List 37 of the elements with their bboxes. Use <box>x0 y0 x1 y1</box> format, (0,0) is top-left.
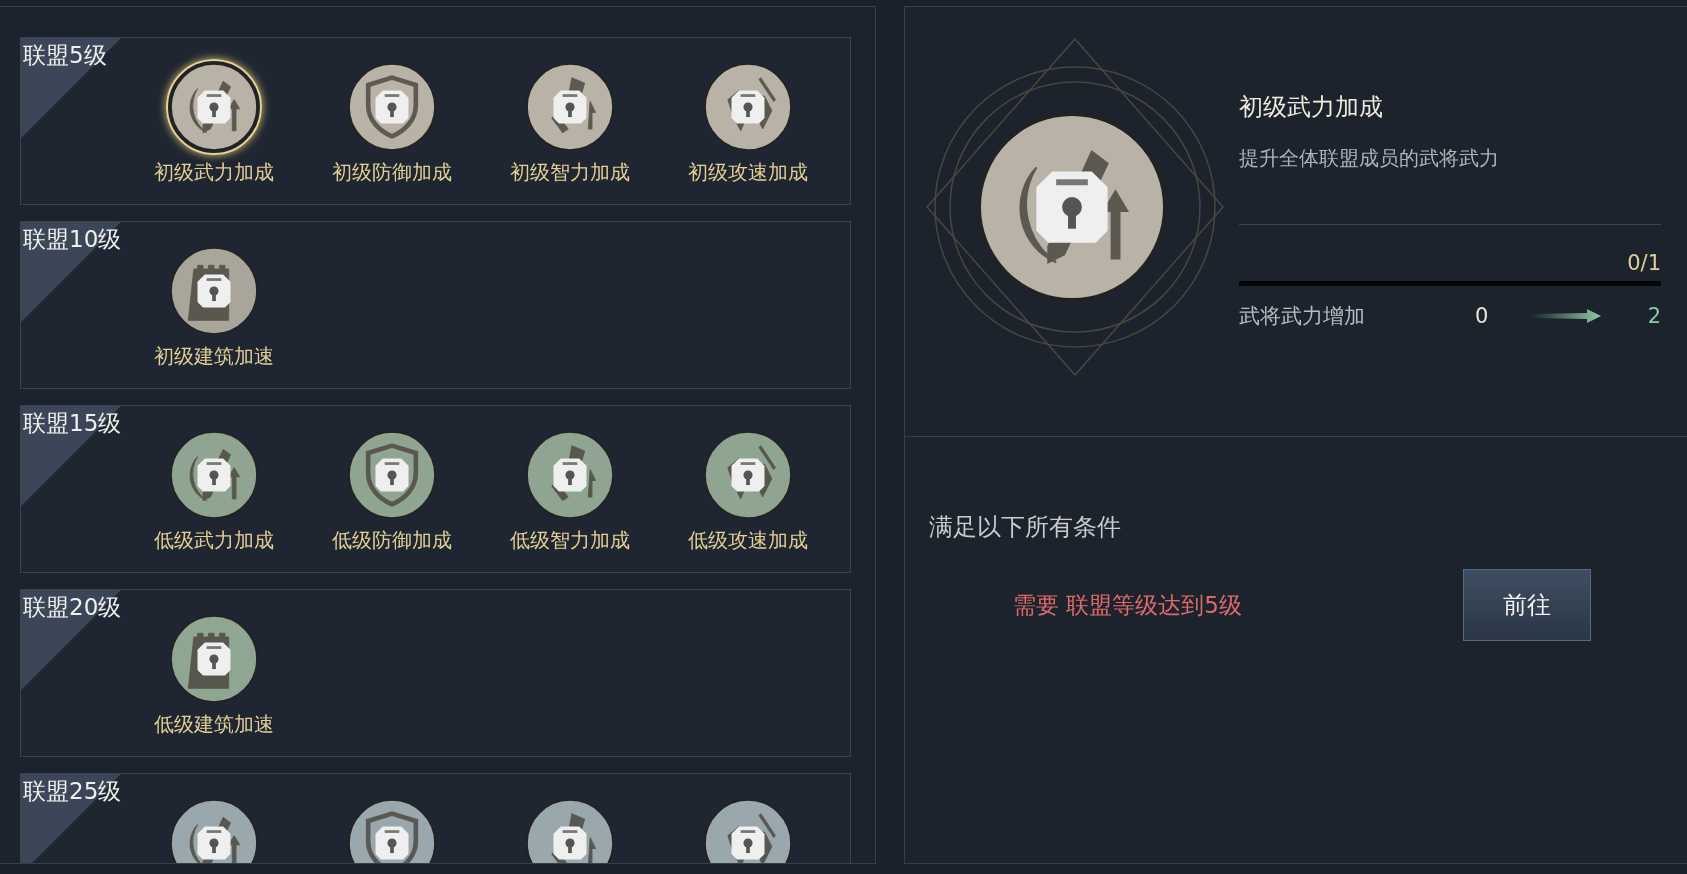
skill-label: 初级攻速加成 <box>688 159 808 186</box>
scroll-lock-icon <box>526 431 614 519</box>
skill-label: 低级智力加成 <box>510 527 630 554</box>
sword-lock-icon <box>170 63 258 151</box>
tower-lock-icon <box>170 615 258 703</box>
skill-label: 初级智力加成 <box>510 159 630 186</box>
stat-next-value: 2 <box>1647 304 1661 328</box>
requirement-text: 需要 联盟等级达到5级 <box>1013 590 1243 620</box>
skill-label: 低级防御加成 <box>332 527 452 554</box>
skill-label: 低级建筑加速 <box>154 711 274 738</box>
stat-current-value: 0 <box>1475 304 1490 328</box>
horse-lock-icon <box>704 63 792 151</box>
group-title: 联盟15级 <box>22 409 123 435</box>
go-button[interactable]: 前往 <box>1463 569 1591 641</box>
conditions-heading: 满足以下所有条件 <box>929 512 1122 543</box>
skill-slot[interactable] <box>166 59 262 155</box>
skill-label: 低级武力加成 <box>154 527 274 554</box>
progress-count: 0/1 <box>1627 251 1661 275</box>
skill-title: 初级武力加成 <box>1239 92 1384 123</box>
skill-label: 初级防御加成 <box>332 159 452 186</box>
skill-label: 低级攻速加成 <box>688 527 808 554</box>
skill-label: 初级建筑加速 <box>154 343 274 370</box>
skill-description: 提升全体联盟成员的武将武力 <box>1239 145 1500 172</box>
group-title: 联盟5级 <box>22 41 108 67</box>
sword-lock-icon <box>977 112 1167 302</box>
stat-label: 武将武力增加 <box>1239 303 1366 330</box>
sword-lock-icon <box>170 431 258 519</box>
shield-lock-icon <box>348 431 436 519</box>
horse-lock-icon <box>704 431 792 519</box>
group-title: 联盟20级 <box>22 593 123 619</box>
scroll-lock-icon <box>526 63 614 151</box>
group-title: 联盟25级 <box>22 777 123 803</box>
tower-lock-icon <box>170 247 258 335</box>
skill-label: 初级武力加成 <box>154 159 274 186</box>
group-title: 联盟10级 <box>22 225 123 251</box>
arrow-icon <box>1531 309 1601 323</box>
shield-lock-icon <box>348 63 436 151</box>
